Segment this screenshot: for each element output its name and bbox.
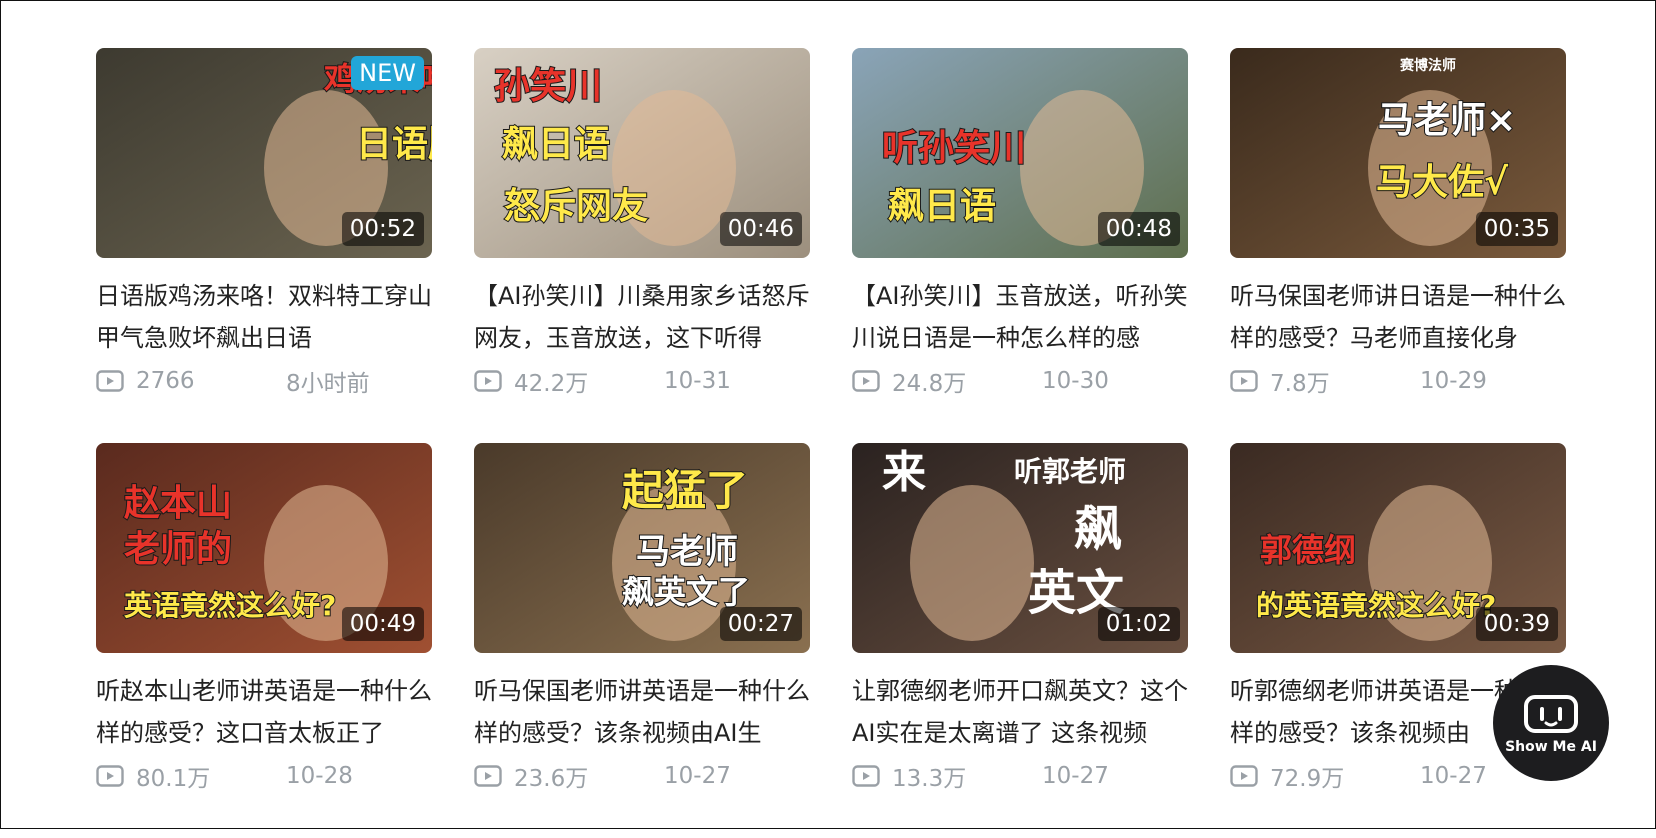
robot-icon xyxy=(1524,695,1578,733)
view-count: 72.9万 xyxy=(1270,766,1345,792)
play-count-icon xyxy=(1230,765,1258,787)
thumbnail-caption: 郭德纲 xyxy=(1260,531,1356,569)
play-count-icon xyxy=(474,765,502,787)
thumbnail-caption: 赵本山 xyxy=(124,483,232,524)
publish-date: 10-27 xyxy=(1420,763,1487,789)
video-card[interactable]: 鸡汤来咯日语版NEW00:52日语版鸡汤来咯！双料特工穿山甲气急败坏飙出日语27… xyxy=(96,48,432,443)
video-card[interactable]: 赵本山老师的英语竟然这么好? 00:49 听赵本山老师讲英语是一种什么样的感受？这口… xyxy=(96,443,432,838)
video-duration: 00:35 xyxy=(1475,212,1558,246)
video-duration: 00:46 xyxy=(719,212,802,246)
video-meta: 13.3万 10-27 xyxy=(852,756,1188,796)
video-thumbnail[interactable]: 郭德纲的英语竟然这么好? 00:39 xyxy=(1230,443,1566,653)
publish-date: 10-27 xyxy=(664,763,731,789)
thumbnail-caption: 飙英文了 xyxy=(622,573,750,611)
view-count: 24.8万 xyxy=(892,371,967,397)
video-thumbnail[interactable]: 马老师× 马大佐√ 赛博法师 00:35 xyxy=(1230,48,1566,258)
video-grid: 鸡汤来咯日语版NEW00:52日语版鸡汤来咯！双料特工穿山甲气急败坏飙出日语27… xyxy=(96,48,1566,838)
view-count: 42.2万 xyxy=(514,371,589,397)
video-thumbnail[interactable]: 听孙笑川飙日语 00:48 xyxy=(852,48,1188,258)
video-duration: 00:39 xyxy=(1475,607,1558,641)
video-title[interactable]: 听赵本山老师讲英语是一种什么样的感受？这口音太板正了 xyxy=(96,670,432,754)
video-meta: 80.1万 10-28 xyxy=(96,756,432,796)
thumbnail-caption: 来 xyxy=(882,447,926,498)
publish-date: 8小时前 xyxy=(286,371,370,397)
video-card[interactable]: 起猛了马老师 飙英文了 00:27 听马保国老师讲英语是一种什么样的感受？该条视频由A… xyxy=(474,443,810,838)
play-count-icon xyxy=(852,765,880,787)
play-count-icon xyxy=(1230,370,1258,392)
publish-date: 10-29 xyxy=(1420,368,1487,394)
play-count-icon xyxy=(96,765,124,787)
thumbnail-caption: 的英语竟然这么好? xyxy=(1256,589,1496,622)
video-duration: 01:02 xyxy=(1097,607,1180,641)
thumbnail-caption: 飙日语 xyxy=(888,186,996,227)
video-card[interactable]: 听孙笑川 飙日语 00:48 【AI孙笑川】玉音放送，听孙笑川说日语是一种怎么样的感 2… xyxy=(852,48,1188,443)
video-title[interactable]: 【AI孙笑川】川桑用家乡话怒斥网友，玉音放送，这下听得 xyxy=(474,275,810,359)
thumbnail-caption: 飙 xyxy=(1074,501,1122,557)
show-me-ai-label: Show Me AI xyxy=(1505,739,1597,755)
view-count: 80.1万 xyxy=(136,766,211,792)
thumbnail-caption: 怒斥网友 xyxy=(504,186,648,227)
thumbnail-caption: 孙笑川 xyxy=(494,66,602,107)
video-title[interactable]: 【AI孙笑川】玉音放送，听孙笑川说日语是一种怎么样的感 xyxy=(852,275,1188,359)
video-duration: 00:52 xyxy=(341,212,424,246)
play-count-icon xyxy=(852,370,880,392)
thumbnail-caption: 飙日语 xyxy=(502,124,610,165)
video-thumbnail[interactable]: 鸡汤来咯日语版NEW00:52 xyxy=(96,48,432,258)
video-title[interactable]: 听马保国老师讲日语是一种什么样的感受？马老师直接化身 xyxy=(1230,275,1566,359)
publish-date: 10-30 xyxy=(1042,368,1109,394)
video-duration: 00:49 xyxy=(341,607,424,641)
video-thumbnail[interactable]: 起猛了马老师 飙英文了 00:27 xyxy=(474,443,810,653)
video-meta: 24.8万 10-30 xyxy=(852,361,1188,401)
video-thumbnail[interactable]: 赵本山老师的英语竟然这么好? 00:49 xyxy=(96,443,432,653)
video-card[interactable]: 郭德纲 的英语竟然这么好? 00:39 听郭德纲老师讲英语是一种什么样的感受？该条视频… xyxy=(1230,443,1566,838)
publish-date: 10-28 xyxy=(286,763,353,789)
play-count-icon xyxy=(96,370,124,392)
video-duration: 00:27 xyxy=(719,607,802,641)
view-count: 23.6万 xyxy=(514,766,589,792)
video-card[interactable]: 孙笑川飙日语怒斥网友 00:46 【AI孙笑川】川桑用家乡话怒斥网友，玉音放送，这下… xyxy=(474,48,810,443)
thumbnail-caption: 英语竟然这么好? xyxy=(124,589,336,622)
view-count: 13.3万 xyxy=(892,766,967,792)
video-title[interactable]: 听马保国老师讲英语是一种什么样的感受？该条视频由AI生 xyxy=(474,670,810,754)
thumbnail-caption: 赛博法师 xyxy=(1399,57,1456,74)
person-silhouette xyxy=(910,485,1034,641)
thumbnail-caption: 日语版 xyxy=(356,124,432,165)
video-thumbnail[interactable]: 来听郭老师飙英文 01:02 xyxy=(852,443,1188,653)
view-count: 2766 xyxy=(136,368,195,394)
play-count-icon xyxy=(474,370,502,392)
video-meta: 42.2万 10-31 xyxy=(474,361,810,401)
video-meta: 2766 8小时前 xyxy=(96,361,432,401)
video-meta: 23.6万 10-27 xyxy=(474,756,810,796)
video-meta: 7.8万 10-29 xyxy=(1230,361,1566,401)
video-title[interactable]: 日语版鸡汤来咯！双料特工穿山甲气急败坏飙出日语 xyxy=(96,275,432,359)
thumbnail-caption: 马老师× xyxy=(1378,100,1516,141)
thumbnail-caption: 听郭老师 xyxy=(1014,455,1126,488)
video-duration: 00:48 xyxy=(1097,212,1180,246)
publish-date: 10-27 xyxy=(1042,763,1109,789)
thumbnail-caption: 听孙笑川 xyxy=(882,128,1026,169)
publish-date: 10-31 xyxy=(664,368,731,394)
thumbnail-caption: 马大佐√ xyxy=(1376,162,1509,203)
video-title[interactable]: 让郭德纲老师开口飙英文？这个AI实在是太离谱了 这条视频 xyxy=(852,670,1188,754)
thumbnail-caption: 起猛了 xyxy=(622,466,748,515)
view-count: 7.8万 xyxy=(1270,371,1330,397)
thumbnail-caption: 老师的 xyxy=(124,529,232,570)
video-card[interactable]: 马老师× 马大佐√ 赛博法师 00:35 听马保国老师讲日语是一种什么样的感受？马老师直… xyxy=(1230,48,1566,443)
new-badge: NEW xyxy=(351,56,424,90)
video-card[interactable]: 来听郭老师飙英文 01:02 让郭德纲老师开口飙英文？这个AI实在是太离谱了 这条视… xyxy=(852,443,1188,838)
thumbnail-caption: 马老师 xyxy=(636,532,738,572)
video-thumbnail[interactable]: 孙笑川飙日语怒斥网友 00:46 xyxy=(474,48,810,258)
show-me-ai-button[interactable]: Show Me AI xyxy=(1493,665,1609,781)
